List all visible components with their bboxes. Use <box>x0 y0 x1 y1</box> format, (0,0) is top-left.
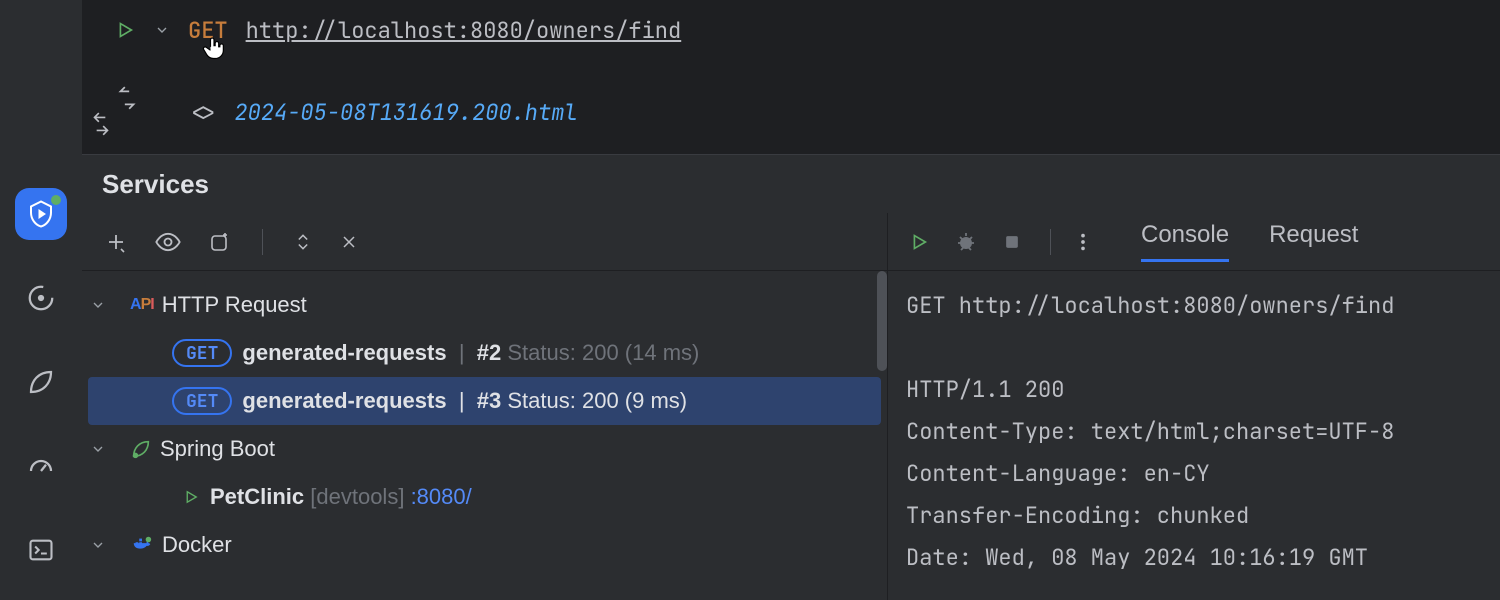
chevron-down-icon[interactable] <box>154 22 170 38</box>
tree-node-docker[interactable]: Docker <box>82 521 887 569</box>
console-output[interactable]: GET http://localhost:8080/owners/find HT… <box>888 271 1500 600</box>
chevron-down-icon[interactable] <box>90 297 130 313</box>
compare-responses-icon[interactable] <box>114 86 140 138</box>
run-icon <box>182 488 200 506</box>
open-new-tab-icon[interactable] <box>208 230 232 254</box>
show-hidden-icon[interactable] <box>154 228 182 256</box>
http-method: GET <box>188 16 228 45</box>
services-toolbar <box>82 213 887 271</box>
rerun-icon[interactable] <box>908 231 930 253</box>
angle-brackets-icon: <> <box>190 98 216 127</box>
rail-dashboard-icon[interactable] <box>17 442 65 490</box>
api-icon: API <box>130 296 154 314</box>
tab-console[interactable]: Console <box>1141 221 1229 262</box>
services-tree[interactable]: API HTTP Request GET generated-requests … <box>82 271 887 600</box>
tree-node-petclinic[interactable]: PetClinic [devtools] :8080/ <box>82 473 887 521</box>
debug-icon[interactable] <box>954 230 978 254</box>
tree-node-request-2[interactable]: GET generated-requests | #2 Status: 200 … <box>82 329 887 377</box>
chevron-down-icon[interactable] <box>90 441 130 457</box>
services-panel-title: Services <box>82 155 1500 213</box>
add-service-icon[interactable] <box>104 230 128 254</box>
rail-services-icon[interactable] <box>17 190 65 238</box>
tool-window-rail <box>0 0 82 600</box>
method-pill: GET <box>172 339 232 367</box>
expand-collapse-icon[interactable] <box>293 230 313 254</box>
tree-scrollbar[interactable] <box>877 271 887 371</box>
rail-terminal-icon[interactable] <box>17 526 65 574</box>
rail-spring-icon[interactable] <box>17 358 65 406</box>
run-request-gutter-icon[interactable] <box>114 19 136 41</box>
tab-request[interactable]: Request <box>1269 221 1358 262</box>
tree-node-http-request[interactable]: API HTTP Request <box>82 281 887 329</box>
spring-leaf-icon <box>130 438 152 460</box>
close-icon[interactable] <box>339 232 359 252</box>
http-url[interactable]: http://localhost:8080/owners/find <box>246 16 682 45</box>
more-menu-icon[interactable] <box>1079 231 1087 253</box>
tree-node-request-3[interactable]: GET generated-requests | #3 Status: 200 … <box>88 377 881 425</box>
run-toolbar: Console Request <box>888 213 1500 271</box>
http-editor[interactable]: GET http://localhost:8080/owners/find <> <box>82 0 1500 155</box>
docker-whale-icon <box>130 534 154 556</box>
rail-endpoints-icon[interactable] <box>17 274 65 322</box>
chevron-down-icon[interactable] <box>90 537 130 553</box>
method-pill: GET <box>172 387 232 415</box>
stop-icon[interactable] <box>1002 232 1022 252</box>
tree-node-spring-boot[interactable]: Spring Boot <box>82 425 887 473</box>
response-file-link[interactable]: 2024-05-08T131619.200.html <box>234 98 577 127</box>
